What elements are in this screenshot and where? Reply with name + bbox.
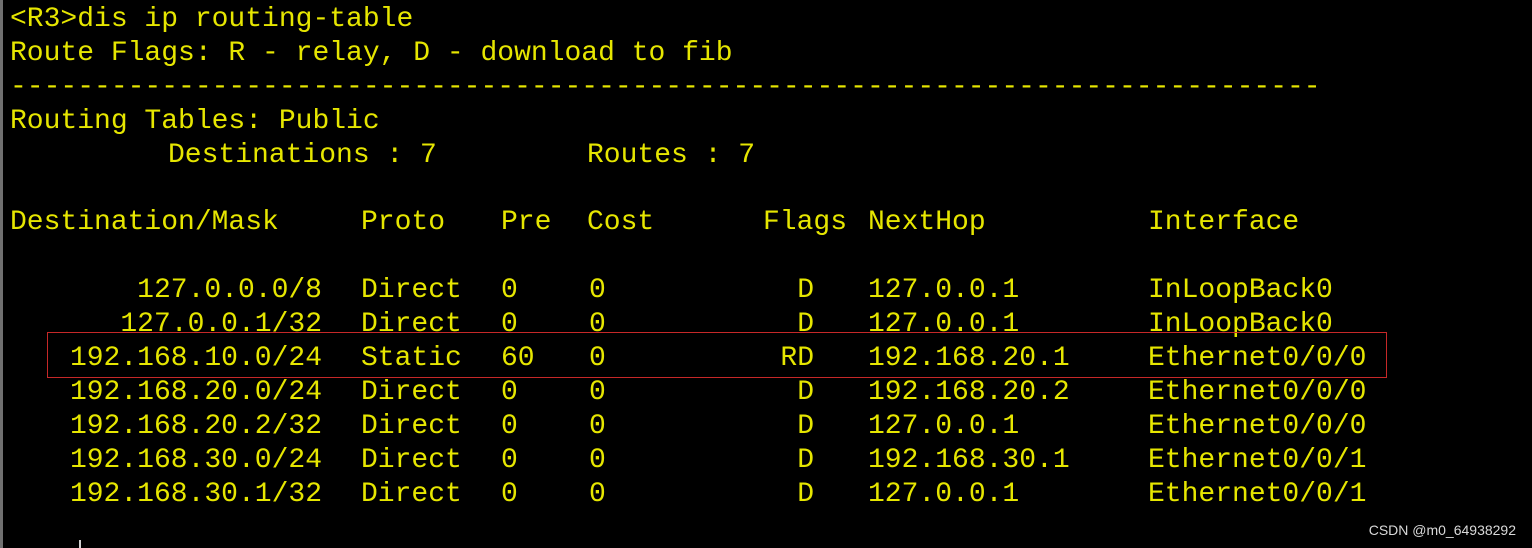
cell-cost: 0 [589,445,606,476]
cell-proto: Direct [361,445,462,476]
cell-pre: 0 [501,411,518,442]
cell-proto: Direct [361,275,462,306]
cell-cost: 0 [589,479,606,510]
cell-destination: 127.0.0.0/8 [137,275,322,306]
column-header-cost: Cost [587,207,655,238]
cell-pre: 0 [501,479,518,510]
route-flags-line: Route Flags: R - relay, D - download to … [10,38,733,69]
cell-flags: D [797,275,814,306]
column-header-flags: Flags [763,207,848,238]
cell-nexthop: 192.168.20.2 [868,377,1070,408]
routes-count: Routes : 7 [587,140,756,171]
cell-flags: D [797,411,814,442]
cell-nexthop: 127.0.0.1 [868,479,1020,510]
cell-cost: 0 [589,377,606,408]
column-header-nexthop: NextHop [868,207,986,238]
column-header-proto: Proto [361,207,446,238]
command-line: <R3>dis ip routing-table [10,4,414,35]
highlighted-static-route-box [47,332,1387,378]
cell-interface: Ethernet0/0/1 [1148,479,1367,510]
cell-cost: 0 [589,411,606,442]
cell-pre: 0 [501,275,518,306]
cell-destination: 192.168.30.0/24 [69,445,322,476]
cell-destination: 192.168.20.2/32 [69,411,322,442]
cell-destination: 192.168.20.0/24 [69,377,322,408]
cell-pre: 0 [501,377,518,408]
cell-interface: InLoopBack0 [1148,275,1333,306]
text-cursor [79,540,81,548]
column-header-pre: Pre [501,207,552,238]
cell-interface: Ethernet0/0/0 [1148,411,1367,442]
cell-destination: 192.168.30.1/32 [69,479,322,510]
cell-flags: D [797,377,814,408]
cell-nexthop: 192.168.30.1 [868,445,1070,476]
cell-proto: Direct [361,377,462,408]
column-header-destination: Destination/Mask [10,207,279,238]
cell-proto: Direct [361,411,462,442]
cell-nexthop: 127.0.0.1 [868,411,1020,442]
routing-table-heading: Routing Tables: Public [10,106,380,137]
destinations-count: Destinations : 7 [168,140,437,171]
separator-line: ----------------------------------------… [10,72,1321,103]
cell-flags: D [797,445,814,476]
cell-interface: Ethernet0/0/0 [1148,377,1367,408]
cell-cost: 0 [589,275,606,306]
cell-proto: Direct [361,479,462,510]
cell-interface: Ethernet0/0/1 [1148,445,1367,476]
terminal-window[interactable]: <R3>dis ip routing-table Route Flags: R … [0,0,1532,548]
column-header-interface: Interface [1148,207,1300,238]
cell-flags: D [797,479,814,510]
cell-pre: 0 [501,445,518,476]
watermark: CSDN @m0_64938292 [1368,522,1516,538]
cell-nexthop: 127.0.0.1 [868,275,1020,306]
